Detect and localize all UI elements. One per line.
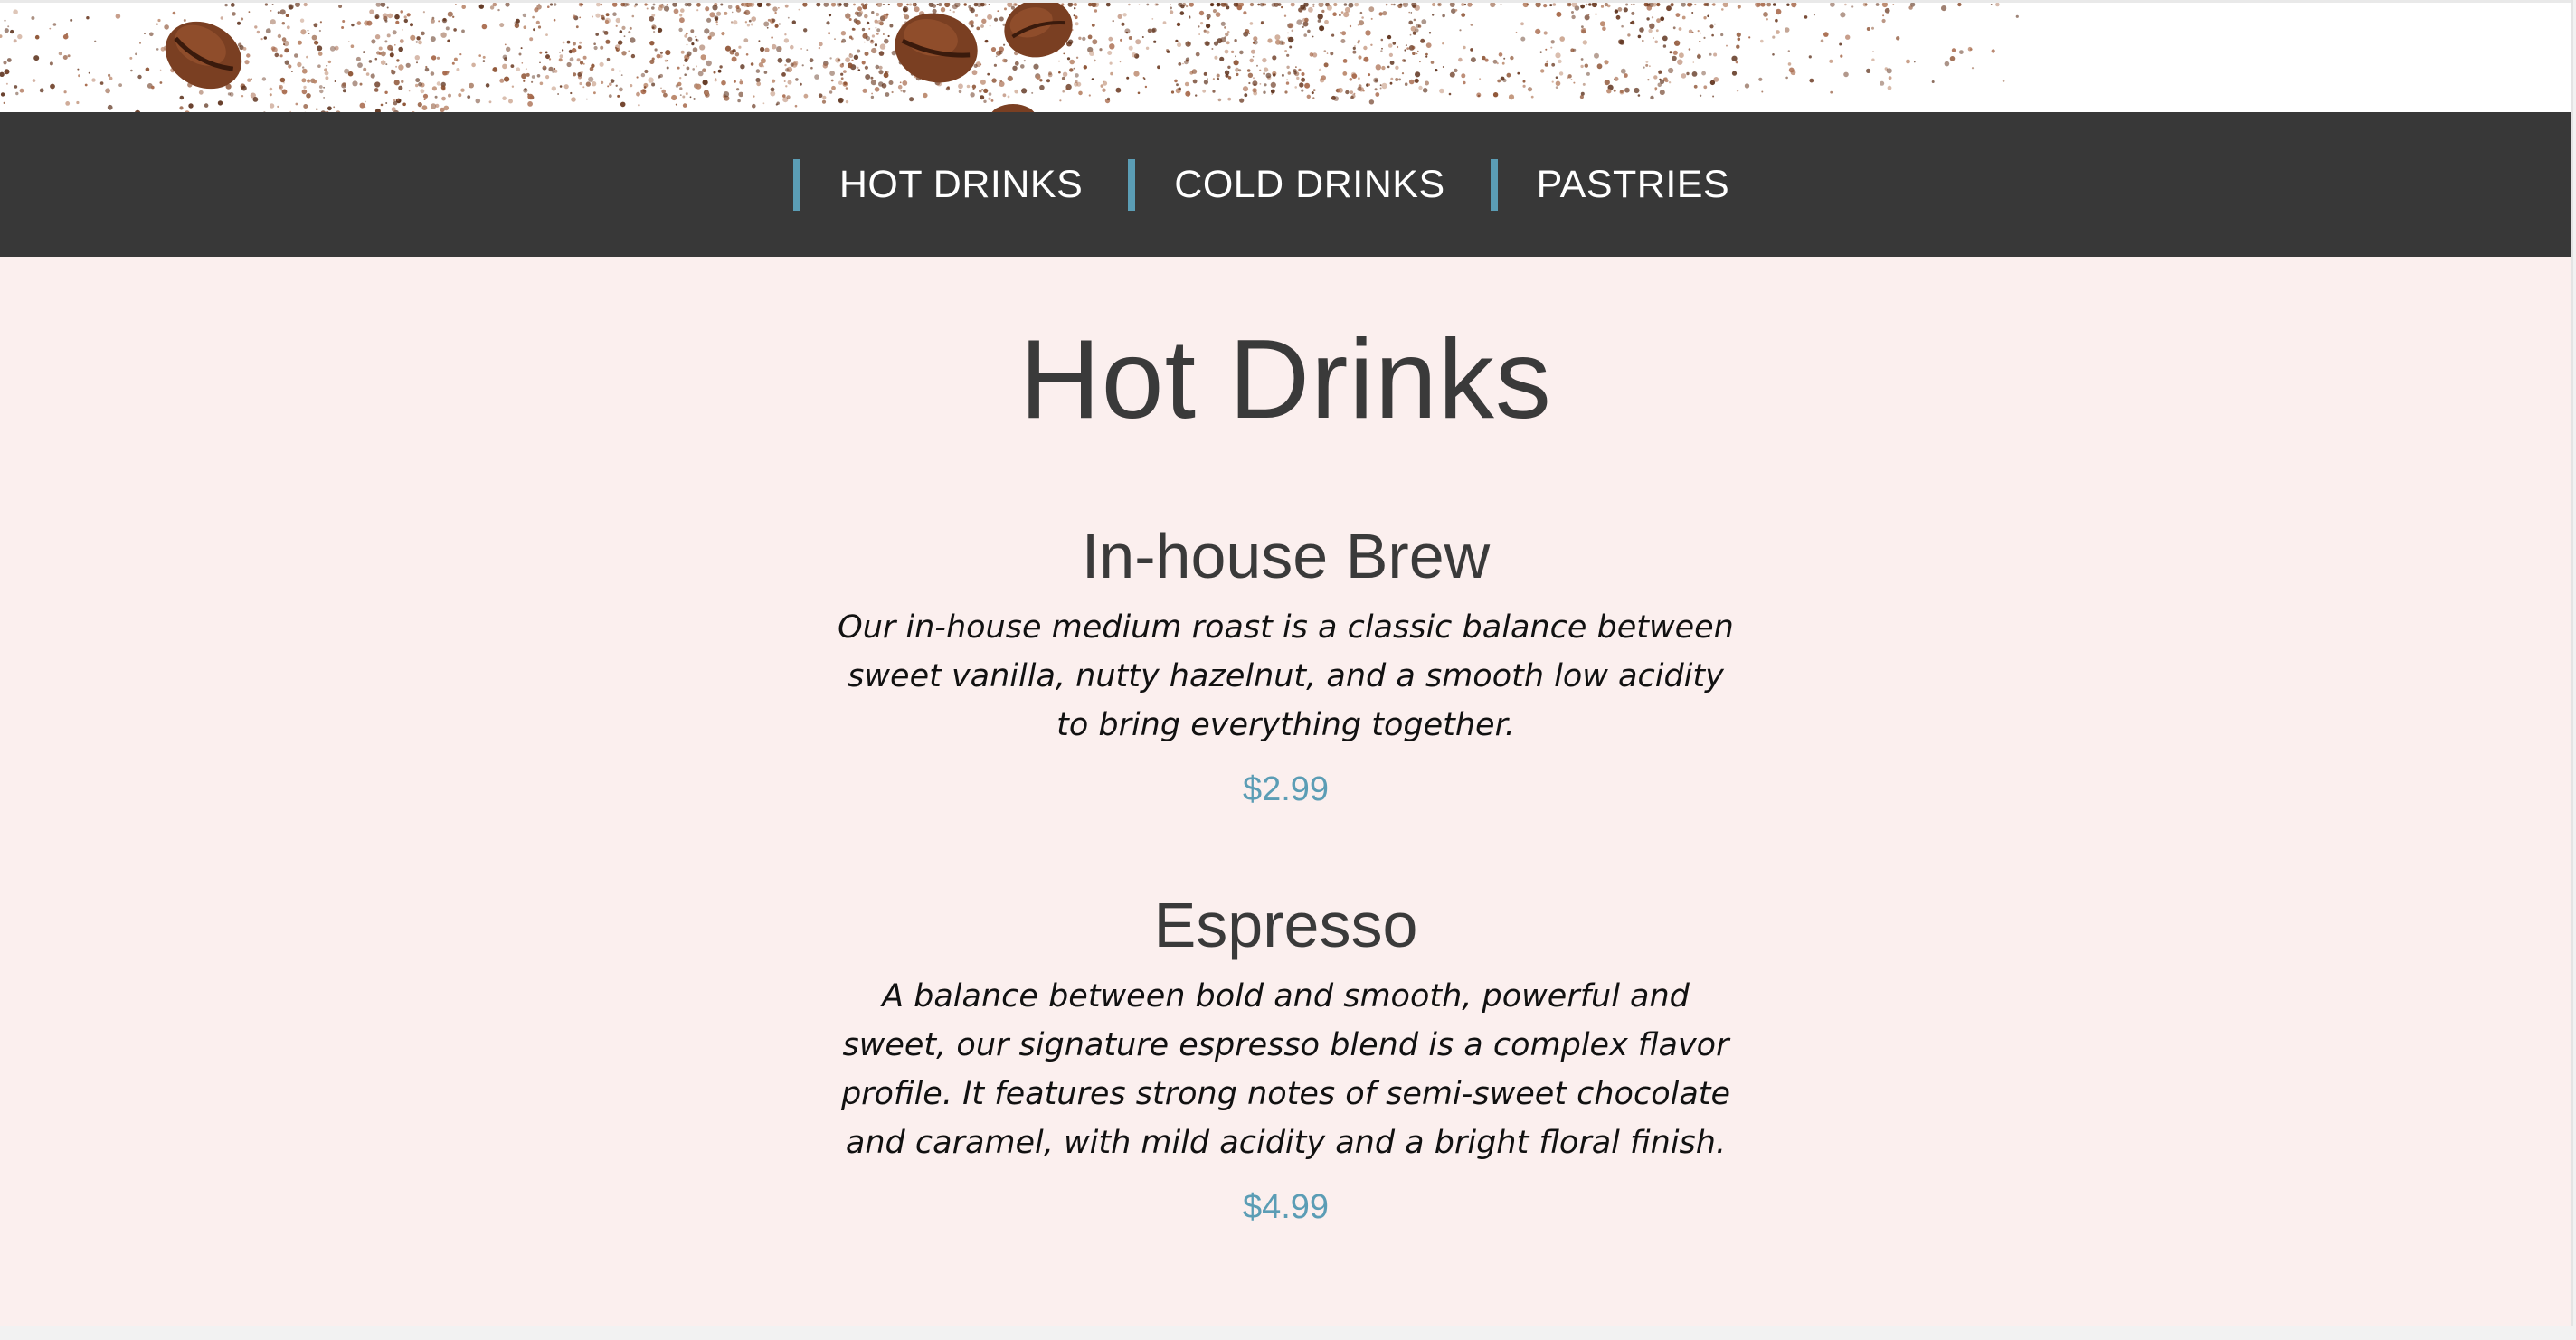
nav-divider — [1128, 158, 1136, 211]
nav-link-label[interactable]: PASTRIES — [1537, 163, 1729, 207]
coffee-beans-banner-image — [0, 0, 2571, 112]
menu-item: In-house Brew Our in-house medium roast … — [834, 518, 1738, 812]
menu-item-name: Espresso — [1153, 889, 1418, 960]
menu-item-price: $2.99 — [1242, 770, 1330, 809]
page-viewport: HOT DRINKS COLD DRINKS PASTRIES Hot Drin… — [0, 0, 2573, 1326]
menu-item-name: In-house Brew — [1081, 521, 1491, 592]
menu-item-price: $4.99 — [1242, 1187, 1330, 1226]
nav-link-label[interactable]: HOT DRINKS — [839, 163, 1083, 207]
nav-item-hot-drinks[interactable]: HOT DRINKS — [792, 158, 1117, 211]
nav-item-pastries[interactable]: PASTRIES — [1490, 158, 1764, 211]
nav-link-label[interactable]: COLD DRINKS — [1174, 163, 1444, 207]
coffee-bean-icon — [895, 13, 978, 83]
coffee-beans-illustration — [0, 3, 2019, 112]
nav-divider — [792, 158, 800, 211]
menu-item: Espresso A balance between bold and smoo… — [834, 887, 1738, 1230]
nav-menu: HOT DRINKS COLD DRINKS PASTRIES — [788, 158, 1769, 211]
menu-item-description: Our in-house medium roast is a classic b… — [838, 609, 1734, 744]
menu-item-description: A balance between bold and smooth, power… — [840, 977, 1731, 1161]
menu-section: Hot Drinks In-house Brew Our in-house me… — [0, 257, 2571, 1230]
main-navigation: HOT DRINKS COLD DRINKS PASTRIES — [0, 112, 2571, 257]
page-title: Hot Drinks — [1019, 317, 1552, 442]
coffee-bean-icon — [1004, 3, 1073, 58]
nav-item-cold-drinks[interactable]: COLD DRINKS — [1128, 158, 1479, 211]
coffee-bean-icon — [991, 104, 1035, 112]
nav-divider — [1490, 158, 1498, 211]
